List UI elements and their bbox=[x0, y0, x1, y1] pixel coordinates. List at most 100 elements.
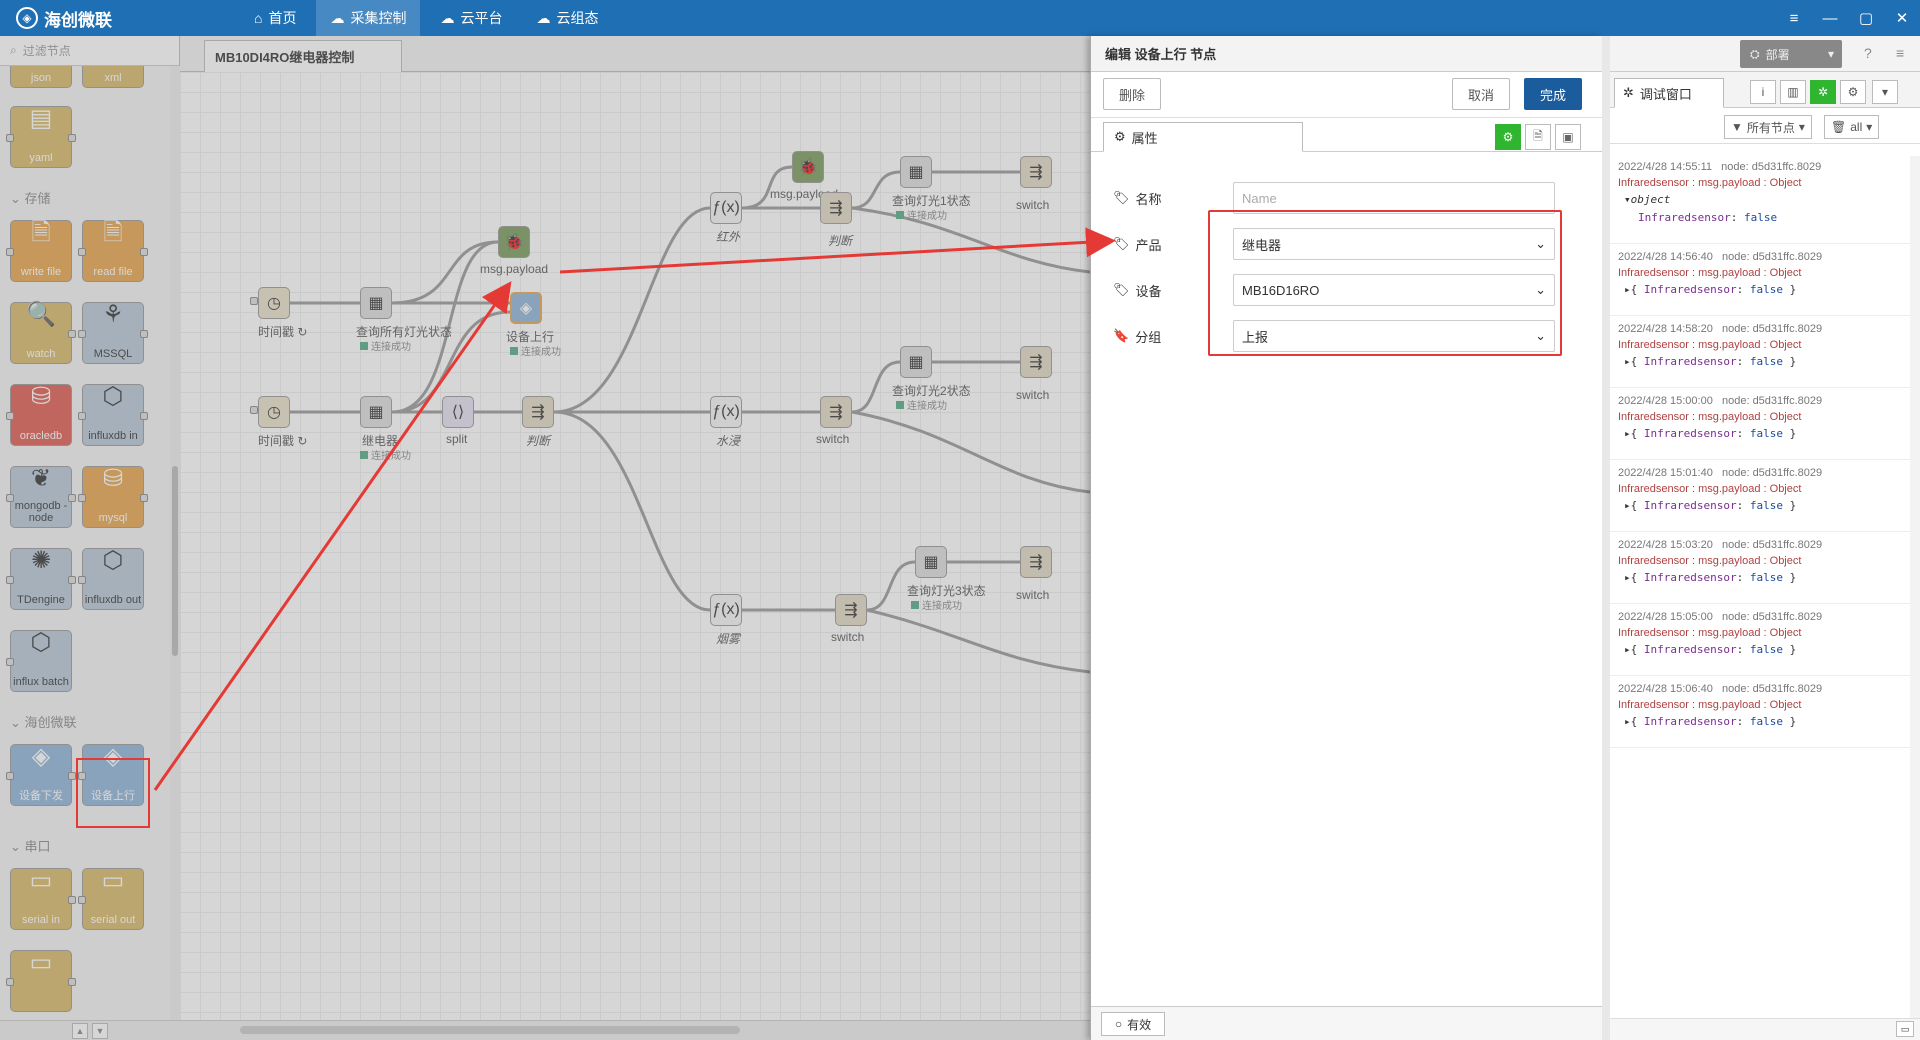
device-select[interactable]: MB16D16RO ⌄ bbox=[1233, 274, 1555, 306]
palette-node-influxdb-out[interactable]: ⬡ influxdb out bbox=[78, 548, 144, 610]
workspace-hscroll-thumb[interactable] bbox=[240, 1026, 740, 1034]
gear-icon[interactable]: ⚙ bbox=[1840, 80, 1866, 104]
group-select[interactable]: 上报 ⌄ bbox=[1233, 320, 1555, 352]
brand[interactable]: ◈ 海创微联 bbox=[0, 6, 240, 31]
debug-message[interactable]: 2022/4/28 15:05:00 node: d5d31ffc.8029 I… bbox=[1610, 606, 1910, 676]
info-icon[interactable]: i bbox=[1750, 80, 1776, 104]
collapse-up-icon[interactable]: ▲ bbox=[72, 1023, 88, 1039]
palette-scroll-thumb[interactable] bbox=[172, 466, 178, 656]
chevron-down-icon[interactable]: ▾ bbox=[1872, 80, 1898, 104]
palette-node-mssql[interactable]: ⚘ MSSQL bbox=[78, 302, 148, 364]
flow-port[interactable] bbox=[250, 297, 258, 305]
palette-node-serial-request[interactable]: ▭ bbox=[6, 950, 76, 1012]
name-input[interactable]: Name bbox=[1233, 182, 1555, 214]
nav-cloud-config[interactable]: ☁ 云组态 bbox=[522, 0, 612, 36]
flow-node-judge-main[interactable]: ⇶ bbox=[522, 396, 554, 428]
filter-nodes-button[interactable]: ▼ 所有节点 ▾ bbox=[1724, 115, 1812, 139]
palette-category-storage[interactable]: ⌄ 存储 bbox=[10, 188, 51, 207]
flow-node-query-light-1[interactable]: ▦ bbox=[900, 156, 932, 188]
node-description-icon[interactable]: 🗎 bbox=[1525, 124, 1551, 150]
flow-node-device-upstream[interactable]: ◈ bbox=[510, 292, 542, 324]
flow-node-switch-smoke[interactable]: ⇶ bbox=[835, 594, 867, 626]
expand-icon[interactable]: ▸ bbox=[1624, 571, 1631, 584]
palette-node-serial-out[interactable]: ▭ serial out bbox=[78, 868, 144, 930]
palette-search[interactable]: ⌕ 过滤节点 bbox=[0, 36, 179, 66]
screen-icon[interactable]: ▭ bbox=[1896, 1021, 1914, 1037]
flow-node-function-water[interactable]: ƒ(x) bbox=[710, 396, 742, 428]
expand-icon[interactable]: ▸ bbox=[1624, 427, 1631, 440]
flow-node-switch-2[interactable]: ⇶ bbox=[1020, 346, 1052, 378]
close-icon[interactable]: ✕ bbox=[1884, 0, 1920, 36]
palette-node-write-file[interactable]: 🗎 write file bbox=[6, 220, 72, 282]
debug-message[interactable]: 2022/4/28 14:55:11 node: d5d31ffc.8029 I… bbox=[1610, 156, 1910, 244]
expand-icon[interactable]: ▸ bbox=[1624, 499, 1631, 512]
minimize-icon[interactable]: — bbox=[1812, 0, 1848, 36]
palette-scrollbar[interactable] bbox=[170, 66, 180, 1020]
node-appearance-icon[interactable]: ▣ bbox=[1555, 124, 1581, 150]
palette-node-watch[interactable]: 🔍 watch bbox=[10, 302, 76, 364]
flow-canvas[interactable]: ◷ 时间戳 ↻ ◷ 时间戳 ↻ ▦ 查询所有灯光状态 连接成功 ▦ 继电器 连接… bbox=[180, 72, 1090, 1020]
flow-node-switch-3[interactable]: ⇶ bbox=[1020, 546, 1052, 578]
expand-icon[interactable]: ▸ bbox=[1624, 643, 1631, 656]
sidebar-scrollbar[interactable] bbox=[1910, 156, 1920, 1018]
expand-icon[interactable]: ▾ bbox=[1624, 193, 1631, 206]
palette-node-mongodb[interactable]: ❦ mongodb - node bbox=[6, 466, 76, 528]
expand-icon[interactable]: ▸ bbox=[1624, 715, 1631, 728]
tab-debug[interactable]: ✲ 调试窗口 bbox=[1614, 78, 1724, 108]
help-icon[interactable]: ? bbox=[1864, 45, 1872, 61]
nav-cloud-platform[interactable]: ☁ 云平台 bbox=[426, 0, 516, 36]
delete-button[interactable]: 删除 bbox=[1103, 78, 1161, 110]
palette-node-json[interactable]: json bbox=[10, 66, 72, 88]
palette-category-serial[interactable]: ⌄ 串口 bbox=[10, 836, 51, 855]
palette-node-read-file[interactable]: 🗎 read file bbox=[78, 220, 148, 282]
flow-node-judge-2[interactable]: ⇶ bbox=[820, 192, 852, 224]
tab-properties[interactable]: ⚙ 属性 bbox=[1103, 122, 1303, 152]
deploy-button[interactable]: ⛭ 部署 ▾ bbox=[1740, 40, 1842, 68]
palette-node-oracledb[interactable]: ⛁ oracledb bbox=[6, 384, 72, 446]
flow-tab[interactable]: MB10DI4RO继电器控制 bbox=[204, 40, 402, 72]
palette-node-influx-batch[interactable]: ⬡ influx batch bbox=[6, 630, 72, 692]
palette-node-influxdb-in[interactable]: ⬡ influxdb in bbox=[78, 384, 148, 446]
palette-node-mysql[interactable]: ⛁ mysql bbox=[78, 466, 148, 528]
flow-node-query-all[interactable]: ▦ bbox=[360, 287, 392, 319]
book-icon[interactable]: ▥ bbox=[1780, 80, 1806, 104]
flow-node-query-light-3[interactable]: ▦ bbox=[915, 546, 947, 578]
nav-home[interactable]: ⌂ 首页 bbox=[240, 0, 310, 36]
menu-icon[interactable]: ≡ bbox=[1776, 0, 1812, 36]
flow-node-timestamp-2[interactable]: ◷ bbox=[258, 396, 290, 428]
flow-node-debug-1[interactable]: 🐞 bbox=[498, 226, 530, 258]
flow-node-function-smoke[interactable]: ƒ(x) bbox=[710, 594, 742, 626]
nav-collect-control[interactable]: ☁ 采集控制 bbox=[316, 0, 421, 36]
enable-toggle[interactable]: ○ 有效 bbox=[1101, 1012, 1165, 1036]
flow-node-switch-water[interactable]: ⇶ bbox=[820, 396, 852, 428]
clear-all-button[interactable]: 🗑 all ▾ bbox=[1824, 115, 1880, 139]
debug-message[interactable]: 2022/4/28 15:01:40 node: d5d31ffc.8029 I… bbox=[1610, 462, 1910, 532]
palette-search-input[interactable]: 过滤节点 bbox=[23, 42, 71, 59]
debug-message[interactable]: 2022/4/28 15:06:40 node: d5d31ffc.8029 I… bbox=[1610, 678, 1910, 748]
node-settings-icon[interactable]: ⚙ bbox=[1495, 124, 1521, 150]
expand-icon[interactable]: ▸ bbox=[1624, 355, 1631, 368]
flow-node-timestamp-1[interactable]: ◷ bbox=[258, 287, 290, 319]
flow-node-relay[interactable]: ▦ bbox=[360, 396, 392, 428]
palette-node-xml[interactable]: xml bbox=[82, 66, 144, 88]
palette-node-serial-in[interactable]: ▭ serial in bbox=[10, 868, 76, 930]
palette-node-yaml[interactable]: ▤ yaml bbox=[6, 106, 76, 168]
flow-node-debug-2[interactable]: 🐞 bbox=[792, 151, 824, 183]
maximize-icon[interactable]: ▢ bbox=[1848, 0, 1884, 36]
debug-message[interactable]: 2022/4/28 14:56:40 node: d5d31ffc.8029 I… bbox=[1610, 246, 1910, 316]
debug-message[interactable]: 2022/4/28 14:58:20 node: d5d31ffc.8029 I… bbox=[1610, 318, 1910, 388]
debug-active-icon[interactable]: ✲ bbox=[1810, 80, 1836, 104]
palette-category-haichuang[interactable]: ⌄ 海创微联 bbox=[10, 712, 77, 731]
flow-port[interactable] bbox=[250, 406, 258, 414]
flow-node-split[interactable]: ⟨⟩ bbox=[442, 396, 474, 428]
menu-icon[interactable]: ≡ bbox=[1896, 45, 1904, 61]
debug-message[interactable]: 2022/4/28 15:03:20 node: d5d31ffc.8029 I… bbox=[1610, 534, 1910, 604]
product-select[interactable]: 继电器 ⌄ bbox=[1233, 228, 1555, 260]
palette-node-device-down[interactable]: ◈ 设备下发 bbox=[6, 744, 76, 806]
palette-node-tdengine[interactable]: ✺ TDengine bbox=[6, 548, 76, 610]
expand-icon[interactable]: ▸ bbox=[1624, 283, 1631, 296]
debug-message[interactable]: 2022/4/28 15:00:00 node: d5d31ffc.8029 I… bbox=[1610, 390, 1910, 460]
cancel-button[interactable]: 取消 bbox=[1452, 78, 1510, 110]
collapse-down-icon[interactable]: ▼ bbox=[92, 1023, 108, 1039]
done-button[interactable]: 完成 bbox=[1524, 78, 1582, 110]
